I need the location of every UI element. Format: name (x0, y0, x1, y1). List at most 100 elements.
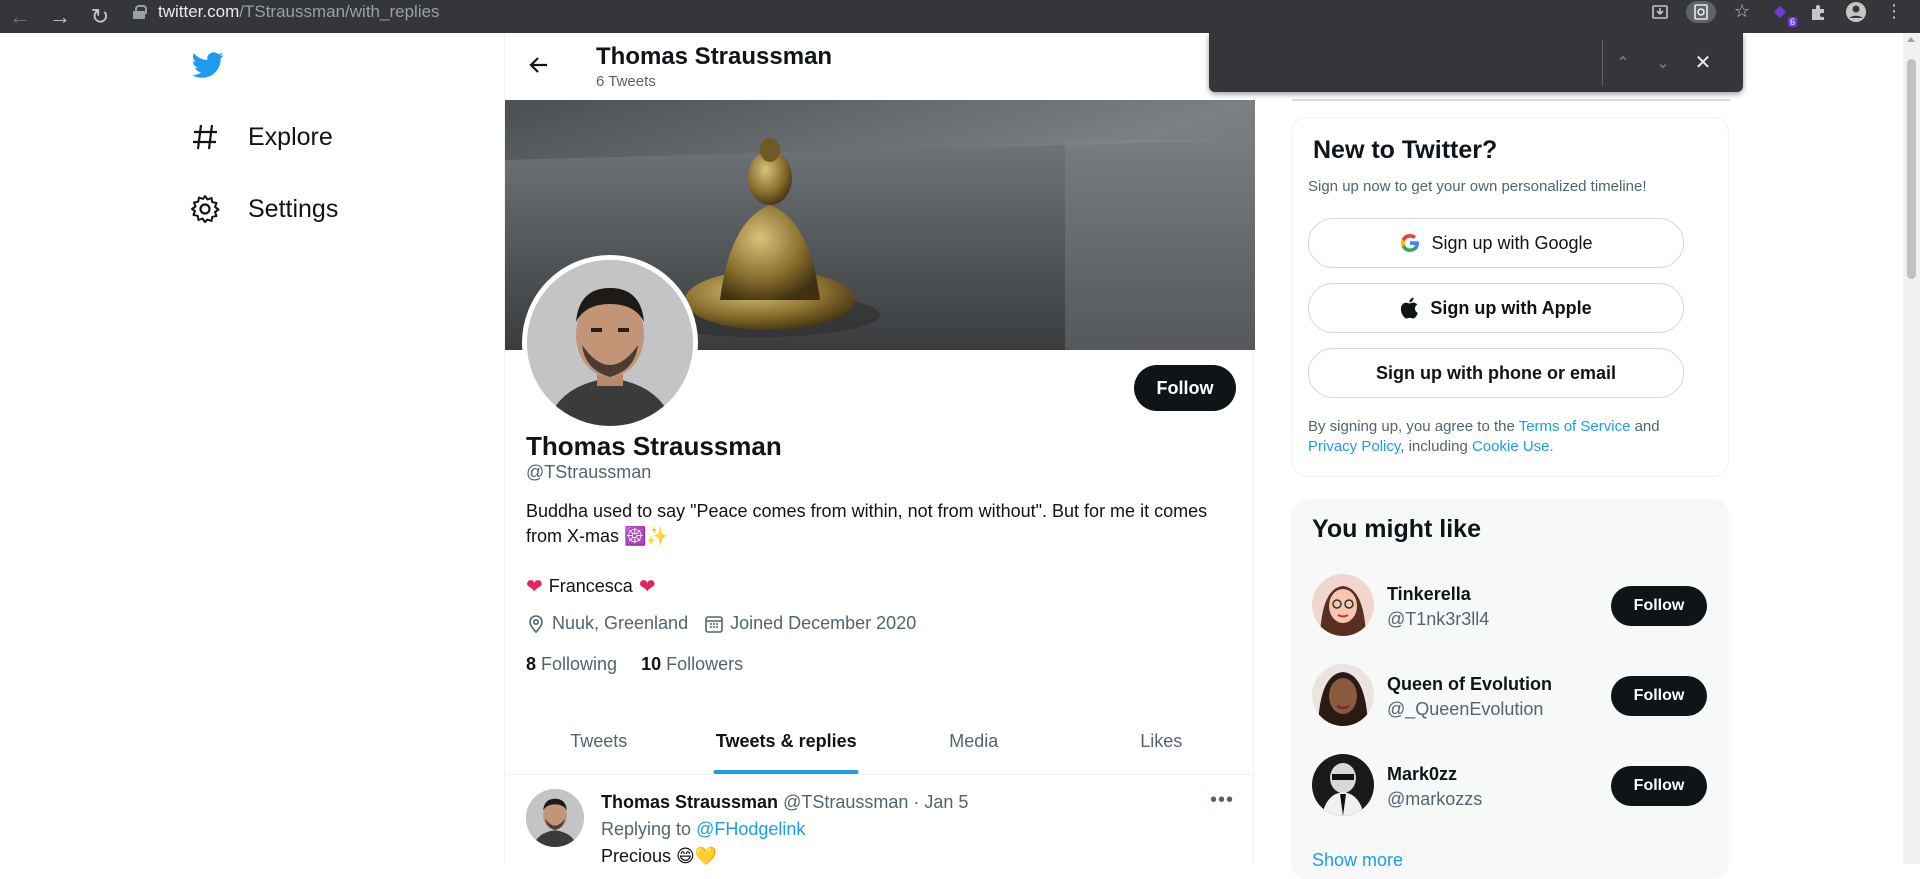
cookie-use-link[interactable]: Cookie Use. (1472, 438, 1554, 455)
followers-label: Followers (666, 654, 744, 674)
profile-follow-stats: 8 Following 10 Followers (526, 654, 743, 675)
chevron-up-icon[interactable]: ⌃ (1603, 53, 1643, 73)
signup-google-button[interactable]: Sign up with Google (1308, 218, 1684, 268)
suggestion-item[interactable]: Queen of Evolution @_QueenEvolution Foll… (1312, 664, 1712, 726)
back-arrow-icon[interactable]: ← (0, 0, 40, 33)
forward-arrow-icon[interactable]: → (40, 0, 80, 33)
suggestion-handle: @markozzs (1387, 789, 1483, 809)
follow-button[interactable]: Follow (1134, 365, 1236, 411)
close-icon[interactable]: ✕ (1683, 50, 1723, 75)
profile-avatar-icon[interactable] (1844, 1, 1868, 23)
chevron-down-icon[interactable]: ⌄ (1643, 53, 1683, 73)
tweet-date[interactable]: · Jan 5 (913, 792, 968, 812)
find-input[interactable] (1209, 40, 1602, 86)
browser-menu-icon[interactable]: ⋮ (1882, 1, 1906, 23)
url-path: /TStraussman/with_replies (239, 1, 440, 21)
profile-handle: @TStraussman (526, 462, 652, 482)
nav-settings[interactable]: Settings (190, 194, 338, 224)
profile-location: Nuuk, Greenland (552, 613, 689, 633)
lock-icon (133, 4, 147, 19)
extensions-puzzle-icon[interactable] (1806, 1, 1830, 23)
calendar-icon (704, 614, 724, 634)
suggestions-title: You might like (1312, 515, 1481, 543)
profile-header-bar: Thomas Straussman 6 Tweets (505, 33, 1255, 100)
profile-tabs: Tweets Tweets & replies Media Likes (505, 719, 1255, 775)
reply-prefix: Replying to (601, 819, 692, 839)
nav-explore[interactable]: Explore (190, 122, 333, 152)
suggestion-follow-button[interactable]: Follow (1611, 676, 1707, 716)
scrollbar-thumb[interactable] (1907, 59, 1916, 279)
suggestion-follow-button[interactable]: Follow (1611, 766, 1707, 806)
profile-joined: Joined December 2020 (730, 613, 917, 633)
profile-bio: Buddha used to say "Peace comes from wit… (526, 501, 1208, 546)
profile-meta: Nuuk, Greenland Joined December 2020 (526, 613, 932, 634)
suggestion-name: Mark0zz (1387, 764, 1458, 784)
tweet-author-name[interactable]: Thomas Straussman (601, 792, 778, 812)
google-icon (1399, 232, 1421, 254)
twitter-logo-icon[interactable] (190, 49, 226, 81)
suggestion-avatar[interactable] (1312, 754, 1374, 816)
following-label: Following (541, 654, 618, 674)
signup-apple-button[interactable]: Sign up with Apple (1308, 283, 1684, 333)
location-pin-icon (526, 614, 546, 634)
extension-badge-icon[interactable]: 6 (1768, 1, 1797, 27)
tab-media[interactable]: Media (880, 719, 1068, 774)
suggestion-handle: @_QueenEvolution (1387, 699, 1544, 719)
terms-text-2: and (1634, 418, 1660, 435)
apple-label: Sign up with Apple (1430, 297, 1592, 318)
gear-icon (190, 194, 220, 224)
address-bar[interactable]: twitter.com/TStraussman/with_replies (133, 0, 440, 23)
reload-icon[interactable]: ↻ (80, 0, 120, 33)
find-in-page-bar: ⌃ ⌄ ✕ (1209, 33, 1743, 92)
terms-of-service-link[interactable]: Terms of Service (1519, 418, 1631, 435)
profile-avatar[interactable] (522, 255, 698, 431)
signup-phone-email-button[interactable]: Sign up with phone or email (1308, 348, 1684, 398)
suggestion-name: Queen of Evolution (1387, 674, 1552, 694)
privacy-policy-link[interactable]: Privacy Policy (1308, 438, 1400, 455)
bookmark-star-icon[interactable]: ☆ (1730, 1, 1754, 23)
signup-subtitle: Sign up now to get your own personalized… (1308, 178, 1647, 195)
heart-icon: ❤ (638, 576, 656, 598)
tweet-reply-context: Replying to @FHodgelink (601, 819, 805, 840)
followers-link[interactable]: 10 Followers (641, 654, 743, 675)
suggestion-follow-button[interactable]: Follow (1611, 586, 1707, 626)
url-host: twitter.com (158, 1, 240, 21)
scroll-up-arrow-icon[interactable] (1907, 37, 1915, 42)
tweet-header: Thomas Straussman @TStraussman · Jan 5 (601, 792, 968, 813)
tweet-avatar[interactable] (526, 789, 584, 847)
suggestion-item[interactable]: Tinkerella @T1nk3r3ll4 Follow (1312, 574, 1712, 636)
tab-tweets[interactable]: Tweets (505, 719, 693, 774)
browser-toolbar: ← → ↻ twitter.com/TStraussman/with_repli… (0, 0, 1920, 33)
apple-icon (1400, 297, 1420, 319)
reply-to-link[interactable]: @FHodgelink (696, 819, 805, 839)
suggestion-avatar[interactable] (1312, 664, 1374, 726)
header-name: Thomas Straussman (596, 43, 833, 70)
tweet[interactable]: Thomas Straussman @TStraussman · Jan 5 R… (505, 775, 1255, 866)
profile-column: Thomas Straussman 6 Tweets Follow Thomas… (504, 33, 1255, 866)
hashtag-icon (190, 122, 220, 152)
tab-likes[interactable]: Likes (1068, 719, 1256, 774)
nav-settings-label: Settings (248, 194, 339, 223)
search-underline (1292, 99, 1730, 101)
tweet-author-handle[interactable]: @TStraussman (783, 792, 908, 812)
followers-count: 10 (641, 654, 662, 674)
suggestion-item[interactable]: Mark0zz @markozzs Follow (1312, 754, 1712, 816)
find-in-page-icon[interactable] (1686, 0, 1716, 23)
profile-partner: ❤ Francesca ❤ (526, 574, 656, 599)
following-link[interactable]: 8 Following (526, 654, 617, 675)
back-arrow-icon[interactable] (527, 53, 551, 84)
install-icon[interactable] (1648, 1, 1672, 23)
signup-card: New to Twitter? Sign up now to get your … (1291, 117, 1729, 477)
terms-text-3: , including (1400, 438, 1468, 455)
page-scrollbar[interactable] (1903, 33, 1920, 864)
nav-explore-label: Explore (248, 122, 333, 151)
heart-icon: ❤ (526, 576, 543, 598)
tab-tweets-replies[interactable]: Tweets & replies (693, 719, 881, 774)
extension-badge-count: 6 (1787, 16, 1797, 27)
signup-terms: By signing up, you agree to the Terms of… (1308, 417, 1718, 457)
suggestion-handle: @T1nk3r3ll4 (1387, 609, 1490, 629)
signup-title: New to Twitter? (1313, 136, 1498, 164)
more-options-icon[interactable]: ••• (1210, 789, 1234, 812)
show-more-link[interactable]: Show more (1312, 850, 1403, 871)
suggestion-avatar[interactable] (1312, 574, 1374, 636)
